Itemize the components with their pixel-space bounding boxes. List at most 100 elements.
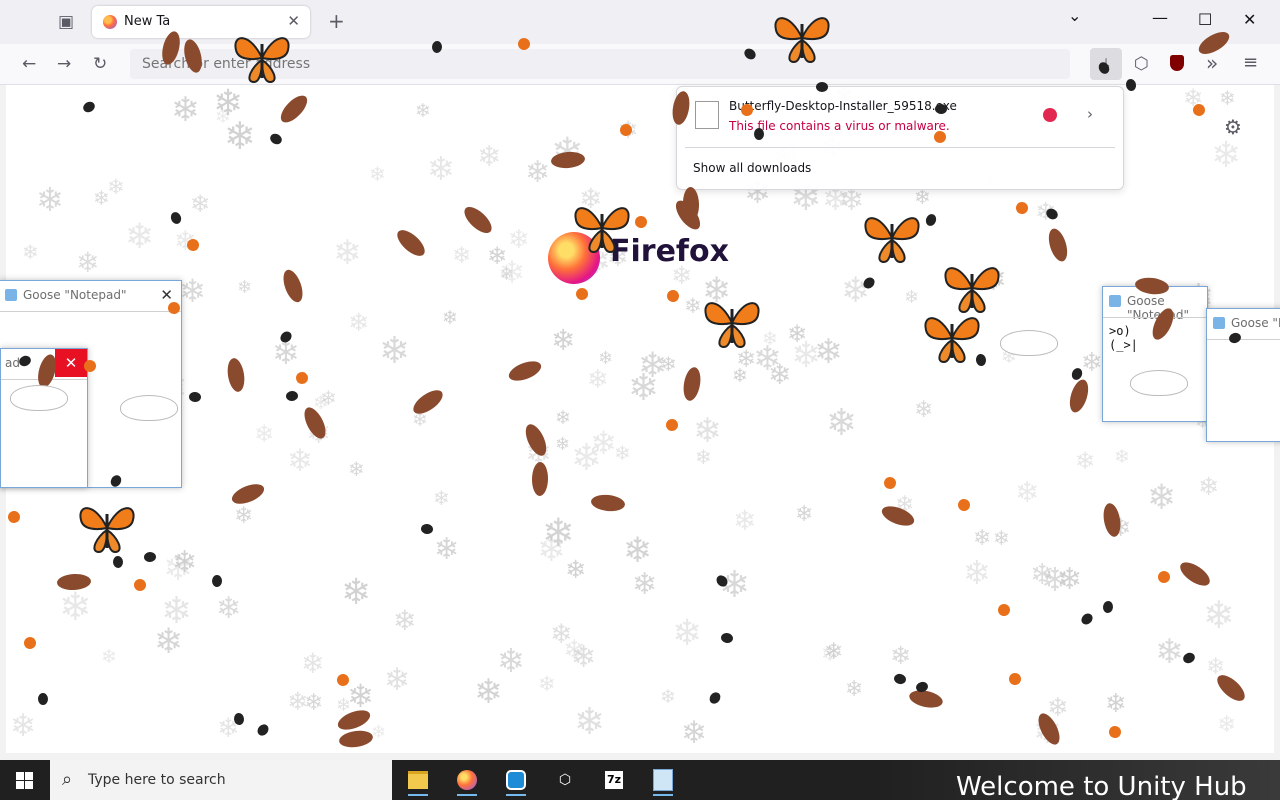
notepad-text-area[interactable] xyxy=(1207,339,1280,441)
back-button[interactable]: ← xyxy=(22,54,36,74)
snowflake-icon: ❄ xyxy=(890,641,911,670)
snowflake-icon: ❄ xyxy=(681,715,707,751)
snowflake-icon: ❄ xyxy=(537,530,566,570)
firefox-favicon-icon xyxy=(103,15,117,29)
unity-hub-splash: Welcome to Unity Hub xyxy=(870,760,1280,800)
snowflake-icon: ❄ xyxy=(341,572,372,613)
notepad-titlebar[interactable]: Goose "N xyxy=(1207,309,1280,337)
snowflake-icon: ❄ xyxy=(415,100,431,122)
butterfly-icon xyxy=(700,295,764,355)
snowflake-icon: ❄ xyxy=(497,641,525,680)
7zip-icon[interactable]: 7z xyxy=(594,764,634,796)
ublock-shield-icon[interactable] xyxy=(1170,55,1184,71)
snowflake-icon: ❄ xyxy=(1075,447,1096,475)
minimize-button[interactable]: — xyxy=(1152,8,1168,27)
snowflake-icon: ❄ xyxy=(213,85,244,124)
tab-close-icon[interactable]: ✕ xyxy=(287,12,300,30)
extensions-icon[interactable]: ⬡ xyxy=(1134,54,1149,74)
snowflake-icon: ❄ xyxy=(499,255,525,291)
windows-logo-icon xyxy=(25,781,33,789)
snowflake-icon: ❄ xyxy=(660,686,676,708)
snowflake-icon: ❄ xyxy=(234,503,254,529)
close-window-button[interactable]: ✕ xyxy=(1243,10,1256,29)
notepad-icon xyxy=(1213,317,1225,329)
snowflake-icon: ❄ xyxy=(36,180,64,219)
warning-badge-icon xyxy=(1043,108,1057,122)
snowflake-icon: ❄ xyxy=(638,346,668,386)
snowflake-icon: ❄ xyxy=(904,287,920,308)
snowflake-icon: ❄ xyxy=(632,567,658,602)
tab-overview-icon[interactable]: ▣ xyxy=(58,12,74,32)
snowflake-icon: ❄ xyxy=(914,185,931,209)
snowflake-icon: ❄ xyxy=(826,401,858,444)
snowflake-icon: ❄ xyxy=(623,531,653,571)
show-all-downloads-button[interactable]: Show all downloads xyxy=(693,161,811,175)
notepad-title: Goose "Notepad" xyxy=(23,288,127,302)
file-icon xyxy=(695,101,719,129)
tab-bar: ▣ New Ta ✕ + ⌄ — ☐ ✕ xyxy=(0,0,1280,44)
unity-editor-icon[interactable]: ⬡ xyxy=(545,764,585,796)
snowflake-icon: ❄ xyxy=(384,662,410,698)
snowflake-icon: ❄ xyxy=(393,604,417,637)
snowflake-icon: ❄ xyxy=(427,149,455,188)
divider xyxy=(685,147,1115,148)
snowflake-icon: ❄ xyxy=(379,329,411,372)
unity-hub-icon[interactable] xyxy=(496,764,536,796)
maximize-button[interactable]: ☐ xyxy=(1198,10,1212,29)
snowflake-icon: ❄ xyxy=(1217,712,1237,738)
snowflake-icon: ❄ xyxy=(477,139,502,173)
snowflake-icon: ❄ xyxy=(190,190,211,218)
snowflake-icon: ❄ xyxy=(551,323,576,357)
snowflake-icon: ❄ xyxy=(1203,593,1235,637)
goose-icon xyxy=(1000,330,1058,356)
snowflake-icon: ❄ xyxy=(474,672,503,712)
snowflake-icon: ❄ xyxy=(973,526,992,551)
snowflake-icon: ❄ xyxy=(1211,135,1242,176)
snowflake-icon: ❄ xyxy=(347,677,374,715)
notepad-close-button[interactable]: ✕ xyxy=(55,349,87,377)
reload-button[interactable]: ↻ xyxy=(93,54,107,74)
windows-logo-icon xyxy=(25,772,33,780)
snowflake-icon: ❄ xyxy=(442,307,458,329)
search-icon: ⌕ xyxy=(62,769,73,790)
snowflake-icon: ❄ xyxy=(1015,475,1040,509)
app-menu-icon[interactable]: ≡ xyxy=(1243,52,1258,73)
notepad-icon xyxy=(5,289,17,301)
file-explorer-icon[interactable] xyxy=(398,764,438,796)
goose-icon xyxy=(120,395,178,421)
new-tab-button[interactable]: + xyxy=(328,9,345,33)
forward-button[interactable]: → xyxy=(57,54,71,74)
snowflake-icon: ❄ xyxy=(452,243,472,269)
snowflake-icon: ❄ xyxy=(795,502,814,527)
notepad-titlebar[interactable]: Goose "Notepad" ✕ xyxy=(0,281,181,309)
notepad-window[interactable]: Goose "N xyxy=(1206,308,1280,442)
snowflake-icon: ❄ xyxy=(733,504,757,537)
snowflake-icon: ❄ xyxy=(993,526,1010,550)
snowflake-icon: ❄ xyxy=(693,411,722,451)
snowflake-icon: ❄ xyxy=(1155,632,1184,672)
snowflake-icon: ❄ xyxy=(171,90,200,130)
snowflake-icon: ❄ xyxy=(821,642,840,667)
list-all-tabs-icon[interactable]: ⌄ xyxy=(1068,6,1081,25)
windows-logo-icon xyxy=(16,772,24,780)
fly-icon xyxy=(754,128,764,140)
snowflake-icon: ❄ xyxy=(348,457,365,481)
goose-icon xyxy=(1130,370,1188,396)
search-placeholder: Type here to search xyxy=(88,772,226,788)
snowflake-icon: ❄ xyxy=(1081,348,1103,378)
snowflake-icon: ❄ xyxy=(587,365,609,395)
notepad-window[interactable]: Goose "Notepad" >o) (_>| xyxy=(1102,286,1208,422)
firefox-taskbar-icon[interactable] xyxy=(447,764,487,796)
download-details-arrow[interactable]: › xyxy=(1087,105,1093,123)
snowflake-icon: ❄ xyxy=(1198,472,1219,501)
notepad-title: Goose "N xyxy=(1231,316,1280,330)
fly-icon xyxy=(815,81,829,93)
snowflake-icon: ❄ xyxy=(369,162,386,186)
butterfly-icon xyxy=(75,500,139,560)
taskbar-search-box[interactable]: ⌕ Type here to search xyxy=(50,760,392,800)
settings-gear-icon[interactable]: ⚙ xyxy=(1224,115,1242,139)
notepad-taskbar-icon[interactable] xyxy=(643,764,683,796)
snowflake-icon: ❄ xyxy=(59,585,92,630)
overflow-menu-icon[interactable]: » xyxy=(1206,51,1218,75)
start-button[interactable] xyxy=(0,760,48,800)
